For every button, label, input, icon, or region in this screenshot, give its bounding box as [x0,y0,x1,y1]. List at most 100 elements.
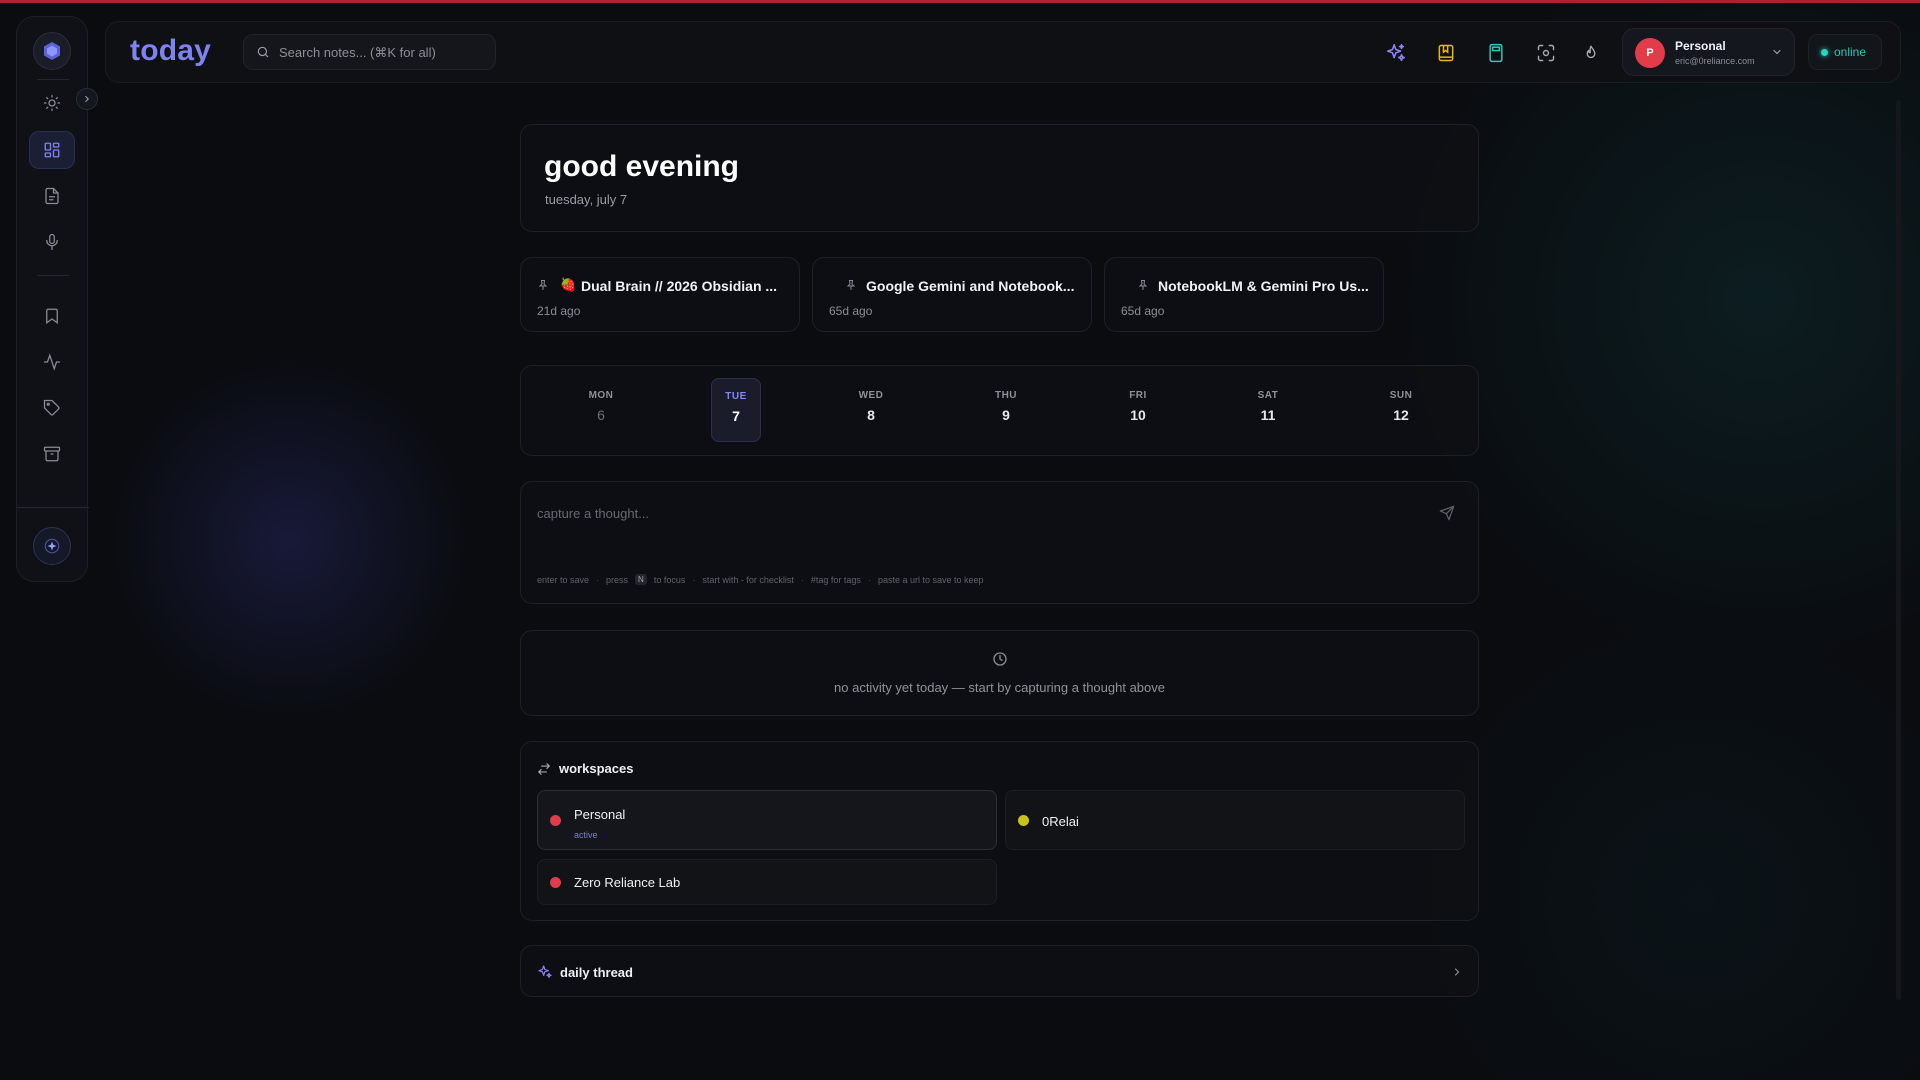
sidebar-item-theme[interactable] [29,84,75,122]
greeting-date: tuesday, july 7 [545,192,628,207]
workspaces-card: workspaces Personal active 0Relai Zero R… [520,741,1479,921]
hint-separator: · [596,574,600,585]
reading-list-button[interactable] [1434,41,1458,65]
streak-button[interactable] [1579,41,1603,65]
pin-icon [538,280,548,290]
workspace-color-dot [1018,815,1029,826]
document-icon [45,187,59,205]
pinned-note[interactable]: 🍓 Dual Brain // 2026 Obsidian ... 21d ag… [520,257,800,332]
workspace-name: 0Relai [1042,814,1079,829]
top-bar: today P Personal eric@0reliance.com [105,21,1901,83]
pinned-note-time: 21d ago [537,304,581,318]
hint-separator: · [800,574,804,585]
day-name: MON [588,390,614,401]
chevron-right-icon [85,95,89,103]
day-name: FRI [1129,390,1147,401]
pinned-note-title: Google Gemini and Notebook... [866,278,1075,294]
capture-hints: enter to save · press N to focus · start… [537,574,984,585]
hint-url: paste a url to save to keep [877,574,984,585]
tag-icon [43,399,60,416]
workspace-color-dot [550,815,561,826]
sparkles-icon [538,965,552,978]
pinned-note[interactable]: NotebookLM & Gemini Pro Us... 65d ago [1104,257,1384,332]
hint-key: N [635,574,647,585]
pin-icon [1138,280,1148,290]
fire-icon [1586,45,1596,59]
day-number: 6 [597,407,605,423]
sidebar-item-dashboard[interactable] [29,131,75,169]
workspace-profile-switcher[interactable]: P Personal eric@0reliance.com [1622,28,1795,76]
day-number: 10 [1130,407,1146,423]
day-number: 7 [732,408,740,424]
workspace-item-zero-reliance-lab[interactable]: Zero Reliance Lab [537,859,997,905]
day-sunday[interactable]: SUN 12 [1376,378,1426,442]
day-monday[interactable]: MON 6 [576,378,626,442]
workspaces-header: workspaces [537,761,633,776]
bookmark-icon [46,308,58,324]
top-accent-line [0,0,1920,3]
send-button[interactable] [1439,505,1455,521]
capture-card: enter to save · press N to focus · start… [520,481,1479,604]
day-tuesday[interactable]: TUE 7 [711,378,761,442]
profile-name: Personal [1675,39,1726,53]
hint-focus: to focus [653,574,686,585]
search-input[interactable] [279,44,489,60]
greeting-title: good evening [544,150,739,183]
pinned-note-time: 65d ago [1121,304,1165,318]
calculator-icon [1489,43,1503,63]
sidebar-item-tags[interactable] [29,389,75,427]
capture-input[interactable] [537,506,1417,521]
day-wednesday[interactable]: WED 8 [846,378,896,442]
sidebar-item-activity[interactable] [29,343,75,381]
sidebar-collapse-button[interactable] [76,88,98,110]
hint-checklist: start with - for checklist [702,574,794,585]
workspaces-title: workspaces [559,761,634,776]
app-logo[interactable] [33,32,71,70]
activity-empty-text: no activity yet today — start by capturi… [834,680,1165,695]
workspace-name: Personal [574,807,626,822]
workspace-color-dot [550,877,561,888]
sidebar-item-voice[interactable] [29,223,75,261]
sidebar-divider [17,507,89,508]
pinned-note[interactable]: Google Gemini and Notebook... 65d ago [812,257,1092,332]
activity-card: no activity yet today — start by capturi… [520,630,1479,716]
day-friday[interactable]: FRI 10 [1113,378,1163,442]
note-emoji: 🍓 [560,277,577,292]
send-icon [1439,505,1455,521]
hint-press: press [606,574,629,585]
workspace-item-0relai[interactable]: 0Relai [1005,790,1465,850]
chevron-down-icon [1771,46,1783,58]
pinned-note-title: NotebookLM & Gemini Pro Us... [1158,278,1369,294]
orb-icon [44,538,60,554]
archive-icon [43,446,61,462]
screenshot-button[interactable] [1534,41,1558,65]
chevron-right-icon [1454,968,1460,976]
daily-thread-card[interactable]: daily thread [520,945,1479,997]
page-scrollbar[interactable] [1896,100,1901,1000]
pin-icon [846,280,856,290]
hint-separator: · [692,574,696,585]
day-name: SAT [1257,390,1279,401]
status-label: online [1834,45,1867,59]
hexagon-logo-icon [44,42,60,60]
calculator-button[interactable] [1484,41,1508,65]
microphone-icon [46,233,58,251]
page-title: today [130,34,212,67]
day-name: TUE [725,391,747,402]
assistant-orb-button[interactable] [33,527,71,565]
day-name: THU [994,390,1018,401]
day-number: 11 [1260,407,1276,423]
day-saturday[interactable]: SAT 11 [1243,378,1293,442]
profile-email: eric@0reliance.com [1675,56,1755,66]
workspace-item-personal[interactable]: Personal active [537,790,997,850]
sidebar-item-bookmarks[interactable] [29,297,75,335]
bookmark-book-icon [1438,44,1454,62]
day-thursday[interactable]: THU 9 [981,378,1031,442]
greeting-card: good evening tuesday, july 7 [520,124,1479,232]
sidebar-item-archive[interactable] [29,435,75,473]
ai-sparkles-button[interactable] [1384,41,1408,65]
sidebar-item-notes[interactable] [29,177,75,215]
search-box[interactable] [243,34,496,70]
day-name: WED [858,390,884,401]
sparkles-icon [1386,43,1406,62]
